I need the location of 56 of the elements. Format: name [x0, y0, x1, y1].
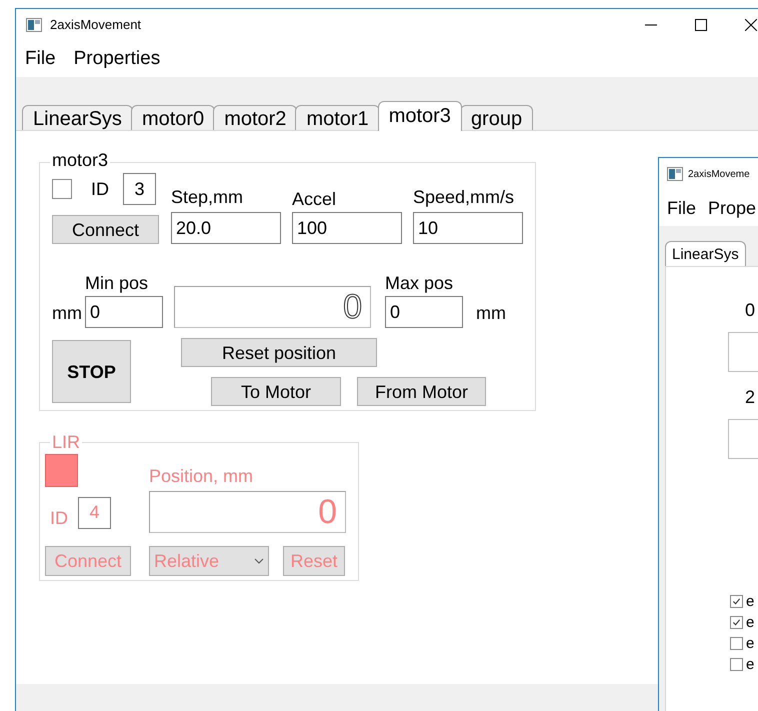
- id-label: ID: [91, 178, 109, 200]
- tab[interactable]: motor3: [378, 101, 462, 131]
- id-label: ID: [50, 507, 68, 530]
- tab[interactable]: LinearSys: [22, 105, 133, 131]
- input-field[interactable]: 100: [292, 212, 402, 244]
- field-label: Step,mm: [171, 188, 244, 206]
- checkbox[interactable]: [730, 636, 743, 650]
- group-title: motor3: [50, 151, 110, 169]
- value-label: 2: [745, 386, 756, 409]
- checkbox[interactable]: [730, 658, 743, 670]
- checkbox[interactable]: [730, 594, 743, 608]
- unit-label: mm: [52, 302, 82, 325]
- input-field[interactable]: 0: [385, 296, 463, 328]
- window-title: 2axisMoveme: [688, 168, 750, 182]
- field-label: Position, mm: [149, 467, 254, 485]
- to-motor-button[interactable]: To Motor: [211, 377, 341, 406]
- checkbox-label: e: [746, 594, 754, 608]
- value-label: 0: [745, 299, 756, 322]
- menu-item[interactable]: File: [25, 44, 56, 74]
- chevron-icon: [254, 558, 264, 564]
- check-icon: [732, 618, 741, 626]
- app-icon: [667, 167, 683, 181]
- connect-button[interactable]: Connect: [52, 215, 159, 244]
- app-icon: [26, 18, 42, 32]
- input-field[interactable]: 20.0: [171, 212, 281, 244]
- input-field[interactable]: 10: [413, 212, 523, 244]
- maximize-icon[interactable]: [695, 19, 707, 31]
- lcd-display: 0: [149, 491, 346, 533]
- group-title: LIR: [50, 433, 82, 451]
- tab[interactable]: motor0: [130, 105, 216, 131]
- field-label: Max pos: [385, 274, 454, 292]
- reset-position-button[interactable]: Reset position: [181, 338, 377, 367]
- tab[interactable]: motor1: [295, 105, 380, 131]
- tab[interactable]: group: [460, 105, 534, 131]
- menu-item[interactable]: File: [667, 194, 696, 222]
- tab[interactable]: LinearSys: [665, 241, 746, 267]
- field-label: Speed,mm/s: [413, 188, 516, 206]
- tab[interactable]: motor2: [213, 105, 298, 131]
- checkbox-label: e: [746, 614, 754, 630]
- check-icon: [732, 596, 741, 606]
- checkbox[interactable]: [52, 179, 72, 199]
- checkbox[interactable]: [730, 616, 743, 628]
- lcd-display: 0: [174, 286, 371, 328]
- checkbox-label: e: [746, 656, 754, 672]
- field-label: Accel: [292, 190, 338, 208]
- checkbox-label: e: [746, 636, 754, 650]
- stop-button[interactable]: STOP: [52, 340, 131, 403]
- window-title: 2axisMovement: [50, 16, 142, 34]
- id-field[interactable]: 3: [123, 173, 156, 205]
- menu-item[interactable]: Prope: [708, 194, 756, 222]
- close-icon[interactable]: [745, 19, 757, 31]
- menu-item[interactable]: Properties: [74, 44, 160, 74]
- field-label: Min pos: [85, 274, 150, 292]
- unit-label: mm: [476, 302, 506, 325]
- input-field[interactable]: 0: [85, 296, 163, 328]
- from-motor-button[interactable]: From Motor: [357, 377, 486, 406]
